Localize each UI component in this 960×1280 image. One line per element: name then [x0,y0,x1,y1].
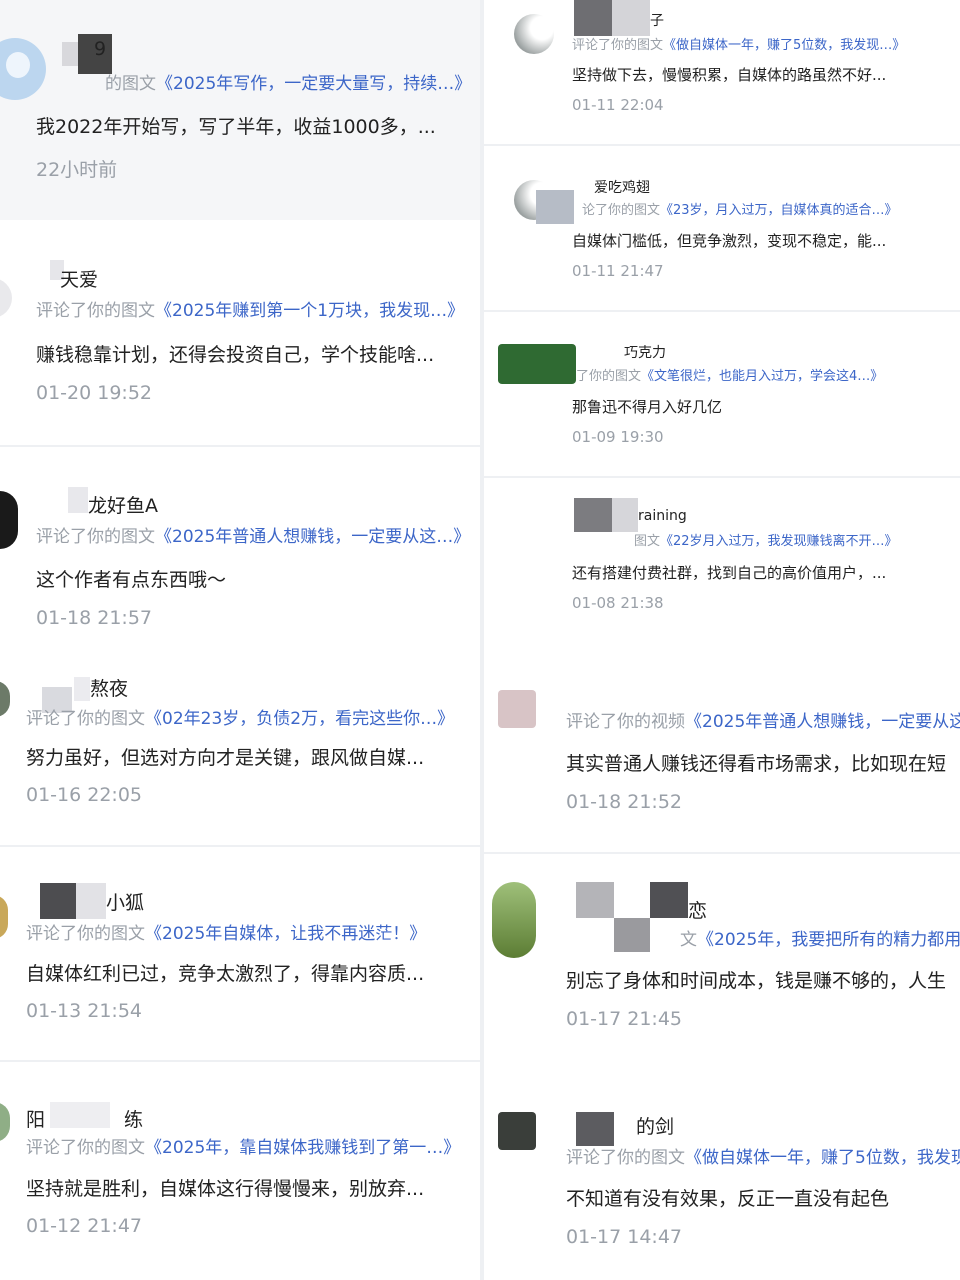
comment-card[interactable]: 恋 文《2025年，我要把所有的精力都用在 别忘了身体和时间成本，钱是赚不够的，… [484,854,960,1070]
article-link[interactable]: 《文笔很烂，也能月入过万，学会这4…》 [641,369,883,384]
comment-text: 别忘了身体和时间成本，钱是赚不够的，人生 [566,970,947,992]
comment-time: 01-08 21:38 [572,594,664,612]
username[interactable]: 小狐 [106,888,144,915]
comment-card[interactable]: raining 图文《22岁月入过万，我发现赚钱离不开…》 还有搭建付费社群，找… [484,478,960,648]
comment-time: 01-18 21:52 [566,791,683,813]
username-suffix: 练 [124,1109,144,1131]
comment-text: 赚钱稳靠计划，还得会投资自己，学个技能啥... [36,344,435,366]
comment-time: 22小时前 [36,159,118,181]
article-link[interactable]: 《做自媒体一年，赚了5位数，我发现…》 [663,38,905,53]
comment-time: 01-17 14:47 [566,1226,683,1248]
article-link[interactable]: 《2025年，靠自媒体我赚钱到了第一…》 [145,1138,460,1158]
avatar[interactable] [492,882,536,958]
comment-card[interactable]: 的剑 评论了你的图文《做自媒体一年，赚了5位数，我发现 不知道有没有效果，反正一… [484,1070,960,1280]
comment-card[interactable]: 阳 练 评论了你的图文《2025年，靠自媒体我赚钱到了第一…》 坚持就是胜利，自… [0,1062,480,1280]
comment-time: 01-11 21:47 [572,262,664,280]
comment-card[interactable]: 熬夜 评论了你的图文《02年23岁，负债2万，看完这些你…》 努力虽好，但选对方… [0,647,480,845]
comment-time: 01-12 21:47 [26,1215,143,1237]
comment-text: 自媒体红利已过，竞争太激烈了，得靠内容质... [26,963,425,985]
comment-action: 评论了你的图文《做自媒体一年，赚了5位数，我发现 [566,1143,960,1168]
username[interactable]: 阳 [26,1105,45,1132]
comment-card[interactable]: 小狐 评论了你的图文《2025年自媒体，让我不再迷茫！》 自媒体红利已过，竞争太… [0,847,480,1060]
username[interactable]: 天爱 [60,265,98,292]
comment-time: 01-16 22:05 [26,784,143,806]
comment-action: 评论了你的图文《2025年自媒体，让我不再迷茫！》 [26,924,427,944]
comment-text: 这个作者有点东西哦～ [36,569,227,591]
comment-card[interactable]: 9 的图文《2025年写作，一定要大量写，持续…》 我2022年开始写，写了半年… [0,0,480,220]
blurred-username [574,0,612,36]
comment-text: 那鲁迅不得月入好几亿 [572,398,723,416]
comment-text: 不知道有没有效果，反正一直没有起色 [566,1188,890,1210]
avatar[interactable] [498,690,536,728]
article-link[interactable]: 《02年23岁，负债2万，看完这些你…》 [145,709,454,729]
comment-action: 的图文《2025年写作，一定要大量写，持续…》 [105,74,472,94]
avatar[interactable] [0,491,18,549]
comment-text: 还有搭建付费社群，找到自己的高价值用户，... [572,564,887,582]
blurred-username [576,1112,614,1146]
article-link[interactable]: 《22岁月入过万，我发现赚钱离不开…》 [660,534,898,549]
comment-text: 我2022年开始写，写了半年，收益1000多，... [36,116,436,138]
comment-action: 评论了你的图文《做自媒体一年，赚了5位数，我发现…》 [572,38,906,53]
username[interactable]: 巧克力 [624,342,666,362]
comment-card[interactable]: 天爱 评论了你的图文《2025年赚到第一个1万块，我发现…》 赚钱稳靠计划，还得… [0,220,480,446]
comment-card[interactable]: 子 评论了你的图文《做自媒体一年，赚了5位数，我发现…》 坚持做下去，慢慢积累，… [484,0,960,144]
comment-card[interactable]: 评论了你的视频《2025年普通人想赚钱，一定要从这 其实普通人赚钱还得看市场需求… [484,648,960,852]
username[interactable]: 9 [94,38,106,60]
comment-action: 图文《22岁月入过万，我发现赚钱离不开…》 [634,534,898,549]
avatar[interactable] [0,1102,10,1142]
avatar[interactable] [498,1112,536,1150]
comment-text: 自媒体门槛低，但竞争激烈，变现不稳定，能... [572,232,887,250]
comment-time: 01-20 19:52 [36,382,153,404]
username[interactable]: 爱吃鸡翅 [594,177,650,197]
blurred-username [574,498,612,532]
comment-time: 01-17 21:45 [566,1008,683,1030]
comment-action: 评论了你的图文《2025年普通人想赚钱，一定要从这…》 [36,527,471,547]
article-link[interactable]: 《做自媒体一年，赚了5位数，我发现 [685,1148,960,1168]
avatar[interactable] [0,278,12,318]
comment-card[interactable]: 爱吃鸡翅 论了你的图文《23岁，月入过万，自媒体真的适合…》 自媒体门槛低，但竞… [484,146,960,310]
blurred-username [40,883,76,919]
comment-text: 其实普通人赚钱还得看市场需求，比如现在短 [566,753,947,775]
comment-action: 了你的图文《文笔很烂，也能月入过万，学会这4…》 [576,369,884,384]
comment-time: 01-18 21:57 [36,607,153,629]
avatar[interactable] [0,895,8,939]
comment-time: 01-11 22:04 [572,96,664,114]
comment-action: 论了你的图文《23岁，月入过万，自媒体真的适合…》 [582,203,898,218]
avatar[interactable] [0,38,46,100]
comment-action: 评论了你的图文《2025年，靠自媒体我赚钱到了第一…》 [26,1138,461,1158]
comment-action: 评论了你的图文《02年23岁，负债2万，看完这些你…》 [26,709,455,729]
article-link[interactable]: 《2025年自媒体，让我不再迷茫！》 [145,924,426,944]
avatar[interactable] [498,344,576,384]
left-screenshot-panel: 9 的图文《2025年写作，一定要大量写，持续…》 我2022年开始写，写了半年… [0,0,480,1280]
username[interactable]: 子 [650,10,664,30]
article-link[interactable]: 《2025年，我要把所有的精力都用在 [697,930,960,950]
comment-action: 评论了你的视频《2025年普通人想赚钱，一定要从这 [566,707,960,732]
right-screenshot-panel: 子 评论了你的图文《做自媒体一年，赚了5位数，我发现…》 坚持做下去，慢慢积累，… [484,0,960,1280]
comment-time: 01-13 21:54 [26,1000,143,1022]
comment-card[interactable]: 巧克力 了你的图文《文笔很烂，也能月入过万，学会这4…》 那鲁迅不得月入好几亿 … [484,312,960,476]
avatar[interactable] [0,681,10,717]
username[interactable]: 龙好鱼A [88,491,158,518]
username[interactable]: 的剑 [636,1112,674,1139]
avatar[interactable] [514,14,554,54]
comment-text: 努力虽好，但选对方向才是关键，跟风做自媒... [26,747,425,769]
blurred-username [536,190,574,224]
comment-text: 坚持做下去，慢慢积累，自媒体的路虽然不好... [572,66,887,84]
comment-text: 坚持就是胜利，自媒体这行得慢慢来，别放弃... [26,1178,425,1200]
username[interactable]: raining [638,508,687,524]
article-link[interactable]: 《2025年普通人想赚钱，一定要从这 [685,712,960,732]
comment-action: 文《2025年，我要把所有的精力都用在 [680,925,960,950]
comment-card[interactable]: 龙好鱼A 评论了你的图文《2025年普通人想赚钱，一定要从这…》 这个作者有点东… [0,447,480,647]
comment-action: 评论了你的图文《2025年赚到第一个1万块，我发现…》 [36,301,465,321]
article-link[interactable]: 《2025年普通人想赚钱，一定要从这…》 [155,527,470,547]
comment-time: 01-09 19:30 [572,428,664,446]
article-link[interactable]: 《23岁，月入过万，自媒体真的适合…》 [660,203,898,218]
username[interactable]: 熬夜 [90,674,128,701]
username[interactable]: 恋 [688,896,707,923]
article-link[interactable]: 《2025年赚到第一个1万块，我发现…》 [155,301,464,321]
article-link[interactable]: 《2025年写作，一定要大量写，持续…》 [156,74,471,94]
blurred-username [576,882,614,918]
